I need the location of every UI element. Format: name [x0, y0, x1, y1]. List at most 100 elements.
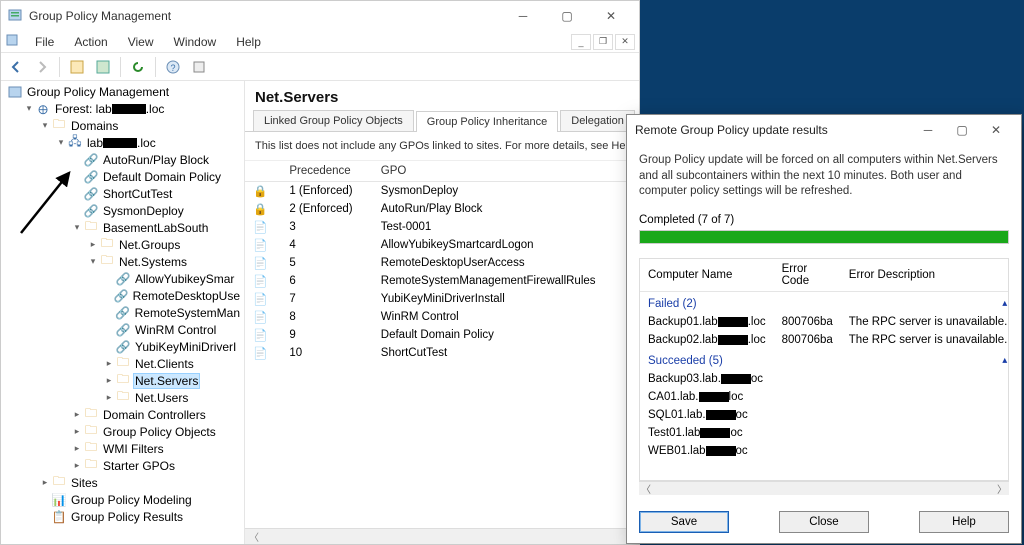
gpo-link-icon: 🔗: [83, 153, 99, 167]
tree-sites[interactable]: ▸🗀Sites: [37, 474, 244, 491]
col-errorcode[interactable]: Error Code: [774, 259, 841, 292]
expander-icon[interactable]: ▸: [103, 375, 115, 386]
results-scrollbar[interactable]: 〈〉: [639, 481, 1009, 495]
tree-container[interactable]: ▸🗀Starter GPOs: [69, 457, 244, 474]
tree-gpo-link[interactable]: 🔗ShortCutTest: [69, 185, 244, 202]
mdi-restore[interactable]: ❐: [593, 34, 613, 50]
result-row[interactable]: SQL01.lab.oc: [640, 406, 1009, 424]
col-errordesc[interactable]: Error Description: [841, 259, 1009, 292]
tree-pane[interactable]: Group Policy Management ▾ 🜨 Forest: lab.…: [1, 81, 245, 544]
show-tree-button[interactable]: [66, 56, 88, 78]
results-grid[interactable]: Computer Name Error Code Error Descripti…: [639, 258, 1009, 481]
modeling-icon: 📊: [51, 493, 67, 507]
minimize-button[interactable]: ─: [501, 2, 545, 30]
mdi-close[interactable]: ✕: [615, 34, 635, 50]
dialog-minimize-button[interactable]: ─: [911, 116, 945, 144]
horizontal-scrollbar[interactable]: 〈: [245, 528, 639, 544]
gpo-link-icon: 🔗: [115, 306, 131, 320]
gpo-link-icon: 🔗: [83, 170, 99, 184]
result-row[interactable]: CA01.lab.loc: [640, 388, 1009, 406]
dialog-maximize-button[interactable]: ▢: [945, 116, 979, 144]
tree-domain[interactable]: ▾ 🖧 lab.loc: [53, 134, 244, 151]
result-row[interactable]: Backup03.lab.oc: [640, 370, 1009, 388]
result-row[interactable]: Backup01.lab.loc800706baThe RPC server i…: [640, 313, 1009, 331]
tree-ou[interactable]: ▾🗀Net.Systems: [85, 253, 244, 270]
mdi-minimize[interactable]: _: [571, 34, 591, 50]
tree-results[interactable]: 📋Group Policy Results: [37, 508, 244, 525]
domain-icon: 🖧: [67, 132, 83, 153]
menu-action[interactable]: Action: [64, 33, 117, 51]
gpmc-window: Group Policy Management ─ ▢ ✕ File Actio…: [0, 0, 640, 545]
expander-icon[interactable]: ▾: [23, 103, 35, 114]
table-row[interactable]: 📄5RemoteDesktopUserAccess: [245, 254, 639, 272]
tree-ou[interactable]: ▾🗀BasementLabSouth: [69, 219, 244, 236]
gpo-icon: 📄: [253, 276, 267, 288]
back-button[interactable]: [5, 56, 27, 78]
expander-icon[interactable]: ▸: [87, 239, 99, 250]
expander-icon[interactable]: ▾: [55, 137, 67, 148]
tab-inheritance[interactable]: Group Policy Inheritance: [416, 111, 558, 132]
table-row[interactable]: 📄8WinRM Control: [245, 308, 639, 326]
table-row[interactable]: 📄9Default Domain Policy: [245, 326, 639, 344]
expander-icon[interactable]: ▸: [71, 409, 83, 420]
menu-help[interactable]: Help: [226, 33, 271, 51]
collapse-icon[interactable]: ▴: [1002, 298, 1007, 309]
tree-gpo-link[interactable]: 🔗WinRM Control: [101, 321, 244, 338]
expander-icon[interactable]: ▸: [103, 392, 115, 403]
save-button[interactable]: Save: [639, 511, 729, 533]
expander-icon[interactable]: ▸: [71, 443, 83, 454]
close-button[interactable]: Close: [779, 511, 869, 533]
details-view-button[interactable]: [92, 56, 114, 78]
result-row[interactable]: WEB01.laboc: [640, 442, 1009, 460]
table-row[interactable]: 📄3Test-0001: [245, 218, 639, 236]
result-row[interactable]: Backup02.lab.loc800706baThe RPC server i…: [640, 331, 1009, 349]
help-button[interactable]: Help: [919, 511, 1009, 533]
dialog-titlebar[interactable]: Remote Group Policy update results ─ ▢ ✕: [627, 115, 1021, 145]
expander-icon[interactable]: ▾: [39, 120, 51, 131]
table-row[interactable]: 📄7YubiKeyMiniDriverInstall: [245, 290, 639, 308]
dialog-close-button[interactable]: ✕: [979, 116, 1013, 144]
gpo-icon: 📄: [253, 348, 267, 360]
tree-gpo-link[interactable]: 🔗RemoteDesktopUse: [101, 287, 244, 304]
expander-icon[interactable]: ▸: [71, 426, 83, 437]
table-row[interactable]: 🔒1 (Enforced)SysmonDeploy: [245, 182, 639, 201]
expander-icon[interactable]: ▸: [71, 460, 83, 471]
col-precedence[interactable]: Precedence: [281, 161, 372, 182]
close-button[interactable]: ✕: [589, 2, 633, 30]
maximize-button[interactable]: ▢: [545, 2, 589, 30]
help-button[interactable]: ?: [162, 56, 184, 78]
col-computer[interactable]: Computer Name: [640, 259, 774, 292]
expander-icon[interactable]: ▸: [103, 358, 115, 369]
progress-fill: [640, 231, 1008, 243]
expander-icon[interactable]: ▾: [71, 222, 83, 233]
menu-file[interactable]: File: [25, 33, 64, 51]
menu-view[interactable]: View: [118, 33, 164, 51]
properties-button[interactable]: [188, 56, 210, 78]
table-row[interactable]: 📄10ShortCutTest: [245, 344, 639, 362]
result-row[interactable]: Test01.laboc: [640, 424, 1009, 442]
tree-gpo-link[interactable]: 🔗RemoteSystemMan: [101, 304, 244, 321]
tree-ou[interactable]: ▸🗀Net.Users: [101, 389, 244, 406]
titlebar[interactable]: Group Policy Management ─ ▢ ✕: [1, 1, 639, 31]
inheritance-table[interactable]: Precedence GPO 🔒1 (Enforced)SysmonDeploy…: [245, 161, 639, 528]
table-row[interactable]: 🔒2 (Enforced)AutoRun/Play Block: [245, 200, 639, 218]
tree-gpo-link[interactable]: 🔗AllowYubikeySmar: [101, 270, 244, 287]
expander-icon[interactable]: ▸: [39, 477, 51, 488]
refresh-button[interactable]: [127, 56, 149, 78]
group-row[interactable]: Succeeded (5)▴: [640, 349, 1009, 370]
table-row[interactable]: 📄6RemoteSystemManagementFirewallRules: [245, 272, 639, 290]
expander-icon[interactable]: ▾: [87, 256, 99, 267]
tab-delegation[interactable]: Delegation: [560, 110, 635, 131]
collapse-icon[interactable]: ▴: [1002, 355, 1007, 366]
details-pane: Net.Servers Linked Group Policy Objects …: [245, 81, 639, 544]
col-gpo[interactable]: GPO: [373, 161, 639, 182]
table-row[interactable]: 📄4AllowYubikeySmartcardLogon: [245, 236, 639, 254]
forward-button[interactable]: [31, 56, 53, 78]
menu-window[interactable]: Window: [164, 33, 227, 51]
group-row[interactable]: Failed (2)▴: [640, 291, 1009, 313]
tree-modeling[interactable]: 📊Group Policy Modeling: [37, 491, 244, 508]
tab-linked-gpos[interactable]: Linked Group Policy Objects: [253, 110, 414, 131]
tree-gpo-link[interactable]: 🔗AutoRun/Play Block: [69, 151, 244, 168]
tree-gpo-link[interactable]: 🔗Default Domain Policy: [69, 168, 244, 185]
gpo-link-icon: 🔗: [114, 289, 129, 303]
